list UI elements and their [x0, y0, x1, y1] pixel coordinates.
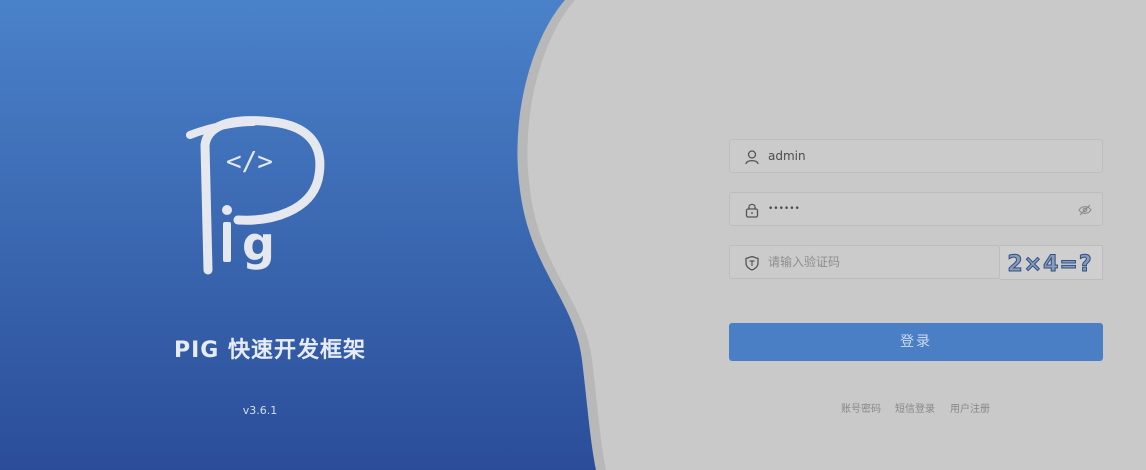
login-button[interactable]: 登录 — [729, 323, 1103, 361]
captcha-field[interactable]: 请输入验证码 — [729, 245, 1000, 279]
shield-icon — [745, 255, 759, 271]
logo-code-text: </> — [226, 147, 273, 177]
register-link[interactable]: 用户注册 — [950, 400, 990, 415]
captcha-input[interactable]: 请输入验证码 — [768, 246, 840, 278]
password-value: •••••• — [768, 204, 800, 214]
login-page: </> g PIG 快速开发框架 v3.6.1 admin •••••• 请输入… — [0, 0, 1146, 470]
lock-icon — [745, 203, 759, 218]
password-field[interactable]: •••••• — [729, 192, 1103, 226]
user-icon — [745, 150, 759, 165]
sms-login-link[interactable]: 短信登录 — [895, 400, 935, 415]
eye-hidden-icon[interactable] — [1078, 204, 1092, 216]
captcha-text: 2×4=? — [1007, 252, 1092, 277]
username-value: admin — [768, 149, 806, 163]
username-field[interactable]: admin — [729, 139, 1103, 173]
app-title: PIG 快速开发框架 — [173, 338, 367, 363]
captcha-graphic: 2×4=? — [1007, 252, 1092, 278]
pig-logo-icon: </> g — [186, 116, 325, 275]
app-version: v3.6.1 — [242, 404, 278, 417]
captcha-image[interactable]: 2×4=? — [1000, 245, 1103, 280]
account-login-link[interactable]: 账号密码 — [841, 400, 881, 415]
svg-text:g: g — [242, 217, 275, 271]
